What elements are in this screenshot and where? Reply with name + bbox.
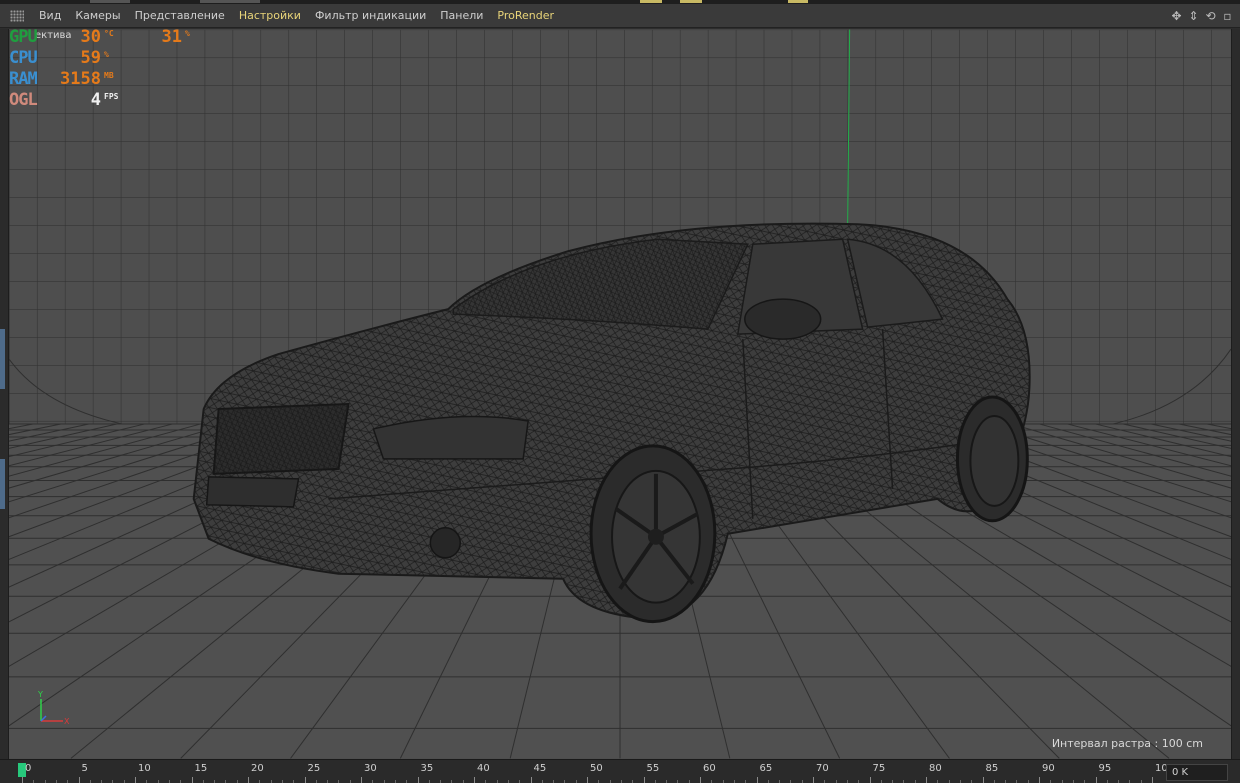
major-tick	[417, 777, 419, 783]
tick-label: 80	[929, 763, 942, 774]
major-tick	[474, 777, 475, 783]
grid-spacing-label: Интервал растра : 100 cm	[1051, 737, 1203, 750]
viewport-menubar: Вид Камеры Представление Настройки Фильт…	[0, 4, 1240, 28]
tick-label: 50	[590, 763, 603, 774]
frame-ruler[interactable]: 0 5 10 15 20 25 30 35 40 45 50 55 60 65 70 75 80 85 90 95 10…	[0, 760, 1174, 783]
tick-label: 85	[985, 763, 999, 774]
menu-display[interactable]: Представление	[128, 9, 232, 22]
tick-label: 45	[533, 763, 547, 774]
gpu-label: GPU	[9, 29, 38, 47]
major-tick	[813, 777, 814, 783]
tick-label: 5	[81, 763, 88, 774]
current-frame-field[interactable]: 0 K	[1166, 764, 1228, 781]
major-tick	[700, 777, 701, 783]
gpu-temp-value: 30	[80, 29, 101, 47]
ram-label: RAM	[9, 69, 38, 89]
cpu-value: 59	[80, 48, 101, 68]
gpu-load-unit: %	[185, 29, 190, 38]
timeline-ruler[interactable]: 0 5 10 15 20 25 30 35 40 45 50 55 60 65 70 75 80 85 90 95 10…	[0, 759, 1240, 783]
fps-unit: FPS	[104, 92, 119, 101]
tick-label: 30	[364, 763, 377, 774]
major-tick	[869, 777, 871, 783]
panel-grip-icon[interactable]	[10, 9, 24, 22]
major-tick	[304, 777, 306, 783]
major-tick	[135, 777, 136, 783]
axis-gizmo-icon: Y X	[37, 690, 70, 726]
tick-label: 40	[477, 763, 490, 774]
tick-label: 95	[1098, 763, 1112, 774]
left-panel-edge	[0, 29, 8, 759]
tick-label: 90	[1042, 763, 1055, 774]
rotate-view-icon[interactable]: ⟲	[1204, 8, 1217, 23]
axis-y-label: Y	[37, 690, 43, 699]
major-tick	[191, 777, 193, 783]
major-tick	[22, 777, 23, 783]
tick-label: 65	[759, 763, 773, 774]
major-tick	[78, 777, 80, 783]
fps-value: 4	[90, 90, 101, 110]
major-tick	[1039, 777, 1040, 783]
tick-label: 55	[646, 763, 660, 774]
menu-panels[interactable]: Панели	[433, 9, 490, 22]
tick-label: 60	[703, 763, 716, 774]
major-tick	[587, 777, 588, 783]
major-tick	[1152, 777, 1153, 783]
maximize-view-icon[interactable]: ▫	[1221, 8, 1234, 23]
tick-label: 0	[25, 763, 32, 774]
performance-hud: ектива GPU 30 °C 31 % CPU 59 % RAM 3158 …	[9, 29, 209, 119]
ram-value: 3158	[60, 69, 101, 89]
major-tick	[361, 777, 362, 783]
view-navigation: ✥ ⇕ ⟲ ▫	[1170, 8, 1234, 23]
right-panel-edge	[1232, 29, 1240, 759]
gpu-load-value: 31	[161, 29, 182, 47]
ram-unit: MB	[104, 71, 114, 80]
axis-x-label: X	[64, 717, 70, 726]
menu-view[interactable]: Вид	[32, 9, 68, 22]
dolly-view-icon[interactable]: ⇕	[1187, 8, 1200, 23]
major-tick	[926, 777, 927, 783]
major-tick	[643, 777, 645, 783]
tick-label: 20	[251, 763, 264, 774]
tick-label: 75	[872, 763, 886, 774]
tick-label: 70	[816, 763, 829, 774]
major-tick	[248, 777, 249, 783]
menu-prorender[interactable]: ProRender	[490, 9, 561, 22]
tick-label: 25	[307, 763, 321, 774]
ogl-label: OGL	[9, 90, 38, 110]
menu-options[interactable]: Настройки	[232, 9, 308, 22]
perspective-grid-scene	[9, 29, 1231, 759]
gpu-temp-unit: °C	[104, 29, 114, 38]
3d-viewport[interactable]: ектива GPU 30 °C 31 % CPU 59 % RAM 3158 …	[8, 29, 1232, 759]
menu-filter[interactable]: Фильтр индикации	[308, 9, 433, 22]
major-tick	[982, 777, 984, 783]
major-tick	[756, 777, 758, 783]
tick-label: 10	[138, 763, 151, 774]
move-view-icon[interactable]: ✥	[1170, 8, 1183, 23]
menu-cameras[interactable]: Камеры	[68, 9, 127, 22]
major-tick	[1095, 777, 1097, 783]
tick-label: 15	[194, 763, 208, 774]
tick-label: 35	[420, 763, 434, 774]
cpu-label: CPU	[9, 48, 38, 68]
cpu-unit: %	[104, 50, 109, 59]
major-tick	[530, 777, 532, 783]
